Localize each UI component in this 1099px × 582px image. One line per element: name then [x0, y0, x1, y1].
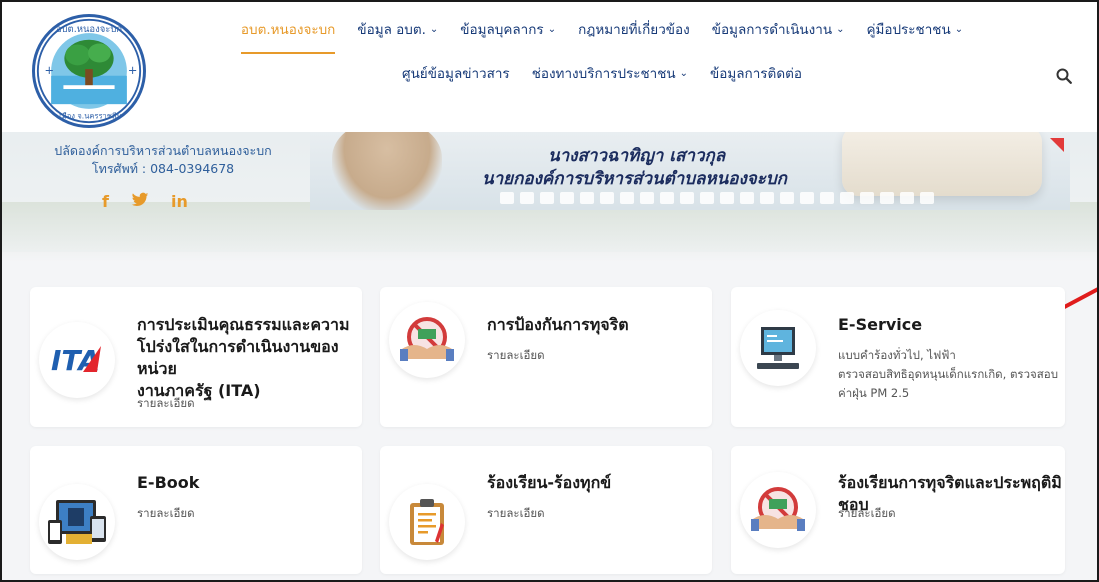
card-title-line: การป้องกันการทุจริต [487, 315, 629, 334]
card-details-line: ตรวจสอบสิทธิอุดหนุนเด็กแรกเกิด, ตรวจสอบ [838, 367, 1059, 381]
card-title[interactable]: การประเมินคุณธรรมและความโปร่งใสในการดำเน… [137, 314, 362, 402]
card-details-line: รายละเอียด [137, 396, 195, 410]
chevron-down-icon: ⌄ [836, 23, 845, 35]
banner-filmstrip [500, 192, 934, 204]
logo-text-bottom: อ.เมือง จ.นครราชสีมา [52, 111, 126, 120]
service-card[interactable]: ร้องเรียนการทุจริตและประพฤติมิชอบ รายละเอ… [731, 446, 1065, 574]
anti-corruption-icon [389, 302, 465, 378]
banner-gift-image [842, 132, 1042, 196]
nav-item-nav-row1-2[interactable]: ข้อมูลบุคลากร ⌄ [460, 18, 556, 40]
social-links: f in [102, 192, 188, 212]
banner-line-2: นายกองค์การบริหารส่วนตำบลหนองจะบก [482, 169, 787, 189]
service-card[interactable]: การป้องกันการทุจริตรายละเอียด [380, 287, 712, 427]
card-details[interactable]: รายละเอียด [137, 394, 195, 413]
clipboard-icon [389, 484, 465, 560]
nav-item-label: ข้อมูลการติดต่อ [710, 66, 802, 82]
service-card[interactable]: E-Book รายละเอียด [30, 446, 362, 574]
card-details[interactable]: รายละเอียด [137, 504, 195, 523]
search-icon[interactable] [1056, 68, 1072, 84]
card-details[interactable]: แบบคำร้องทั่วไป, ไฟฟ้าตรวจสอบสิทธิอุดหนุ… [838, 346, 1058, 403]
card-details[interactable]: รายละเอียด [838, 504, 896, 523]
ebook-devices-icon [39, 484, 115, 560]
card-title-line: การประเมินคุณธรรมและความ [137, 315, 350, 334]
card-details-line: รายละเอียด [838, 506, 896, 520]
service-card[interactable]: ร้องเรียน-ร้องทุกข์รายละเอียด [380, 446, 712, 574]
banner-person-image [332, 132, 442, 210]
card-title[interactable]: ร้องเรียน-ร้องทุกข์ [487, 472, 611, 494]
site-header: อบต.หนองจะบก อ.เมือง จ.นครราชสีมา + + อบ… [2, 2, 1097, 132]
nav-item-label: ข้อมูลการดำเนินงาน [711, 22, 833, 38]
contact-info: ปลัดองค์การบริหารส่วนตำบลหนองจะบก โทรศัพ… [38, 142, 288, 178]
banner-ribbon-corner [1050, 138, 1064, 152]
card-title[interactable]: การป้องกันการทุจริต [487, 314, 629, 336]
card-title[interactable]: E-Book [137, 472, 199, 494]
contact-phone: โทรศัพท์ : 084-0394678 [91, 161, 235, 176]
card-details[interactable]: รายละเอียด [487, 504, 545, 523]
card-title-line: ร้องเรียน-ร้องทุกข์ [487, 473, 612, 492]
contact-org: ปลัดองค์การบริหารส่วนตำบลหนองจะบก [54, 143, 272, 158]
card-title[interactable]: E-Service [838, 314, 922, 336]
card-title-line: โปร่งใสในการดำเนินงานของหน่วย [137, 337, 339, 378]
nav-item-nav-row1-1[interactable]: ข้อมูล อบต. ⌄ [357, 18, 438, 40]
nav-item-nav-row2-1[interactable]: ช่องทางบริการประชาชน ⌄ [532, 62, 688, 84]
browser-page: นางสาวฉาทิญา เสาวกุล นายกองค์การบริหารส่… [0, 0, 1099, 582]
card-details-line: ค่าฝุ่น PM 2.5 [838, 386, 910, 400]
service-card[interactable]: E-Service แบบคำร้องทั่วไป, ไฟฟ้าตรวจสอบสิ… [731, 287, 1065, 427]
chevron-down-icon: ⌄ [954, 23, 964, 35]
nav-item-nav-row1-5[interactable]: คู่มือประชาชน ⌄ [866, 18, 963, 40]
card-title-line: E-Service [838, 315, 923, 334]
card-details[interactable]: รายละเอียด [487, 346, 545, 365]
card-details-line: รายละเอียด [487, 506, 545, 520]
service-card[interactable]: ITA การประเมินคุณธรรมและความโปร่งใสในการด… [30, 287, 362, 427]
card-details-line: แบบคำร้องทั่วไป, ไฟฟ้า [838, 348, 956, 362]
ita-logo-icon: ITA [39, 322, 115, 398]
nav-item-nav-row1-4[interactable]: ข้อมูลการดำเนินงาน ⌄ [712, 18, 845, 40]
card-details-line: รายละเอียด [137, 506, 195, 520]
chevron-down-icon: ⌄ [547, 23, 557, 35]
chevron-down-icon: ⌄ [429, 23, 439, 35]
nav-item-label: กฎหมายที่เกี่ยวข้อง [578, 22, 690, 38]
chevron-down-icon: ⌄ [679, 67, 689, 79]
nav-item-nav-row1-0[interactable]: อบต.หนองจะบก [240, 18, 336, 54]
facebook-icon[interactable]: f [102, 192, 109, 212]
main-nav: อบต.หนองจะบก ข้อมูล อบต. ⌄ ข้อมูลบุคลากร ⌄ กฎ… [202, 18, 1002, 84]
site-logo[interactable]: อบต.หนองจะบก อ.เมือง จ.นครราชสีมา + + [32, 14, 146, 128]
anti-corruption-icon [740, 472, 816, 548]
card-details-line: รายละเอียด [487, 348, 545, 362]
nav-item-label: ข้อมูล อบต. [357, 22, 426, 38]
linkedin-icon[interactable]: in [171, 192, 188, 212]
nav-item-label: ศูนย์ข้อมูลข่าวสาร [402, 66, 510, 82]
hero-banner[interactable]: นางสาวฉาทิญา เสาวกุล นายกองค์การบริหารส่… [310, 132, 1070, 210]
nav-item-label: อบต.หนองจะบก [240, 22, 336, 38]
logo-text-top: อบต.หนองจะบก [56, 24, 122, 35]
computer-icon [740, 310, 816, 386]
nav-item-label: ช่องทางบริการประชาชน [531, 66, 676, 82]
nav-item-nav-row2-0[interactable]: ศูนย์ข้อมูลข่าวสาร [402, 62, 510, 84]
nav-item-nav-row2-2[interactable]: ข้อมูลการติดต่อ [710, 62, 802, 84]
card-title-line: E-Book [137, 473, 200, 492]
nav-item-nav-row1-3[interactable]: กฎหมายที่เกี่ยวข้อง [578, 18, 690, 40]
nav-item-label: คู่มือประชาชน [866, 22, 951, 38]
svg-text:+: + [128, 63, 138, 77]
nav-item-label: ข้อมูลบุคลากร [460, 22, 544, 38]
twitter-icon[interactable] [131, 192, 149, 212]
svg-text:+: + [44, 63, 54, 77]
